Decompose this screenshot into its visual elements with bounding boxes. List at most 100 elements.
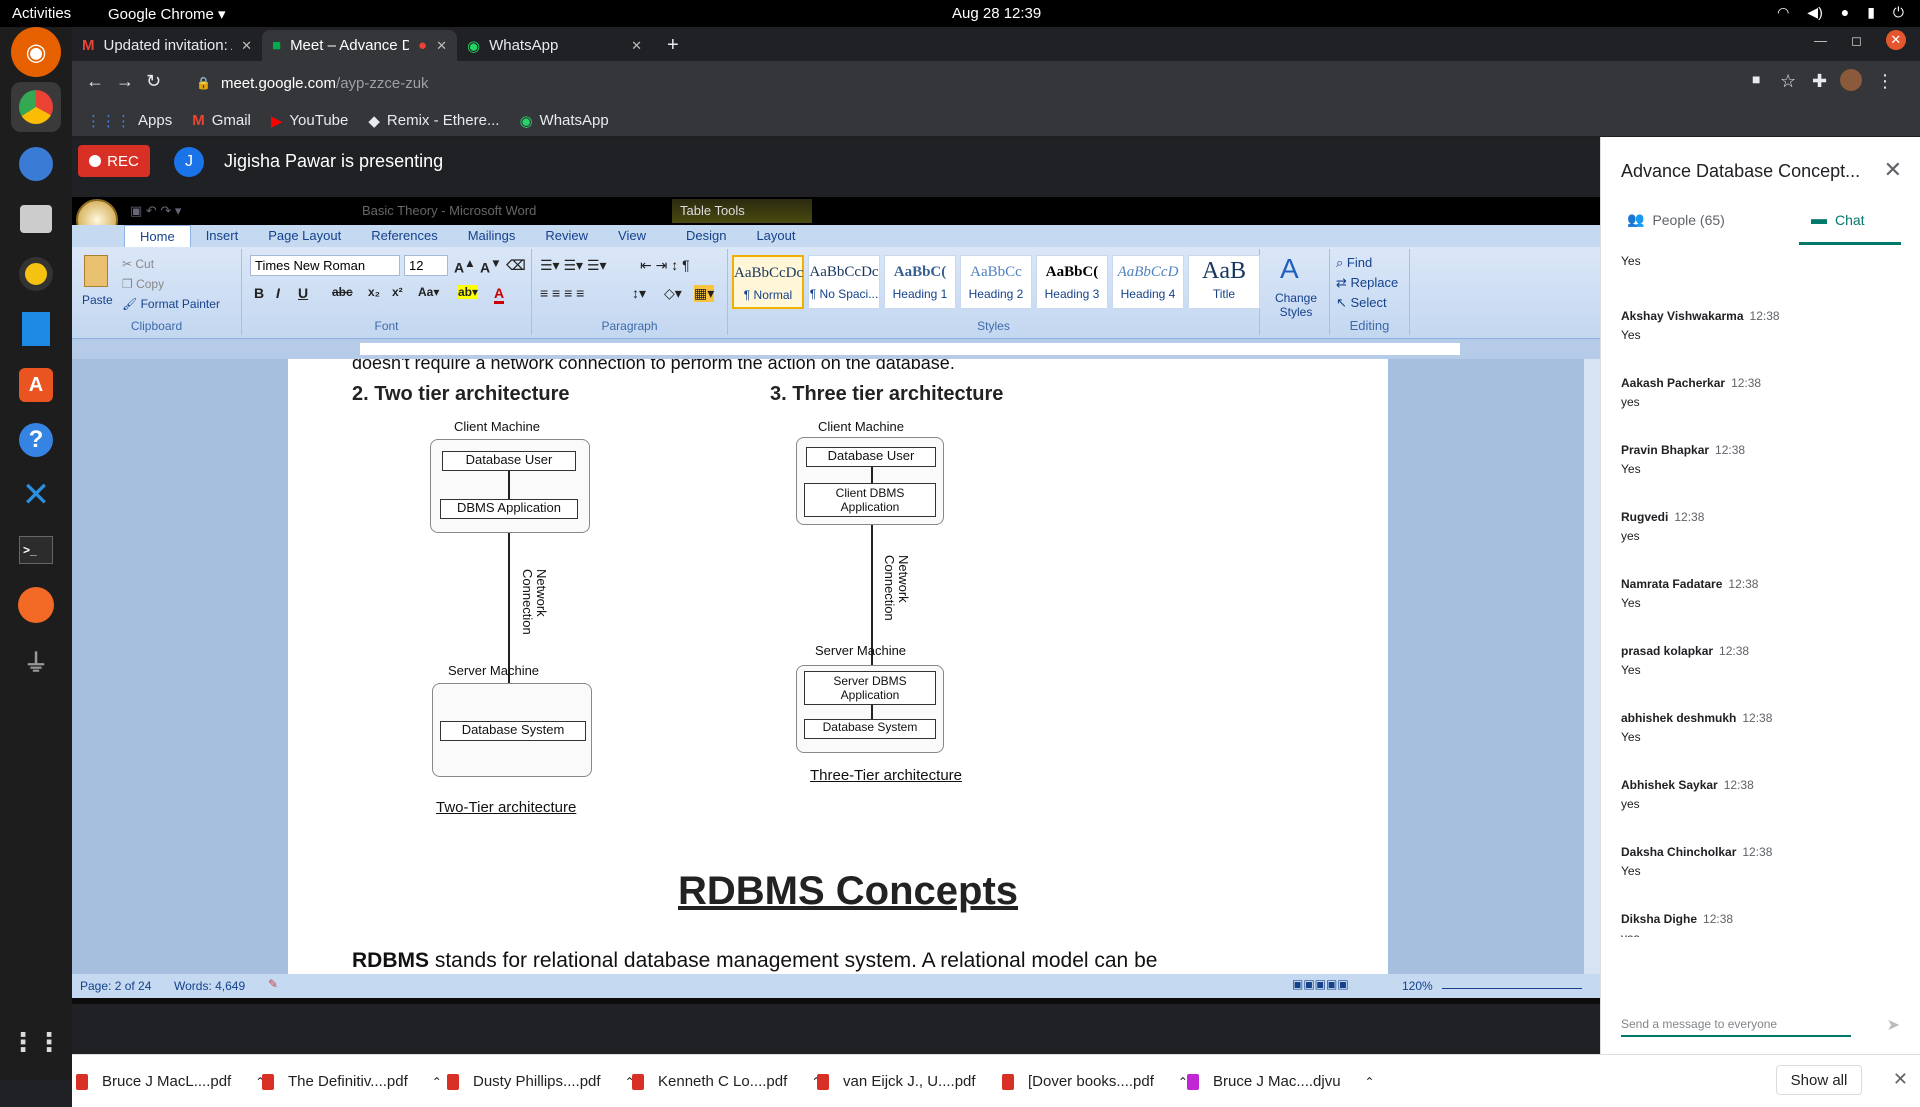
download-item[interactable]: Bruce J Mac....djvu ⌃ xyxy=(1187,1073,1375,1090)
view-buttons[interactable]: ▣▣▣▣▣ xyxy=(1292,977,1349,991)
download-item[interactable]: Dusty Phillips....pdf ⌃ xyxy=(447,1073,635,1090)
bookmark-remix[interactable]: ◆ Remix - Ethere... xyxy=(368,112,499,130)
send-icon[interactable]: ➤ xyxy=(1887,1015,1900,1035)
recording-badge[interactable]: REC xyxy=(78,145,150,177)
back-icon[interactable]: ← xyxy=(86,71,104,92)
ribbon-tab-review[interactable]: Review xyxy=(530,225,603,247)
thunderbird-icon[interactable] xyxy=(11,139,61,189)
chrome-icon[interactable] xyxy=(11,82,61,132)
ribbon-tab-insert[interactable]: Insert xyxy=(191,225,254,247)
document-page[interactable]: doesn't require a network connection to … xyxy=(288,359,1388,974)
bookmark-gmail[interactable]: M Gmail xyxy=(192,112,251,129)
style-heading-2[interactable]: AaBbCc Heading 2 xyxy=(960,255,1032,309)
superscript-icon[interactable]: x² xyxy=(392,285,403,299)
font-name-select[interactable]: Times New Roman xyxy=(250,255,400,276)
grow-font-icon[interactable]: A▲ xyxy=(454,257,476,276)
font-color-icon[interactable]: A xyxy=(494,285,505,304)
files-icon[interactable] xyxy=(11,194,61,244)
ribbon-tab-mailings[interactable]: Mailings xyxy=(453,225,531,247)
change-styles-button[interactable]: A Change Styles xyxy=(1260,249,1330,335)
software-center-icon[interactable]: A xyxy=(11,360,61,410)
download-item[interactable]: Bruce J MacL....pdf ⌃ xyxy=(76,1073,265,1090)
chevron-up-icon[interactable]: ⌃ xyxy=(432,1075,442,1089)
chevron-up-icon[interactable]: ⌃ xyxy=(1365,1075,1375,1089)
bold-icon[interactable]: B xyxy=(254,285,264,301)
indent-icon[interactable]: ⇤ ⇥ ↕ ¶ xyxy=(640,257,690,274)
word-count[interactable]: Words: 4,649 xyxy=(174,979,245,993)
chat-input[interactable]: Send a message to everyone xyxy=(1621,1017,1851,1037)
chat-messages[interactable]: Yes Akshay Vishwakarma 12:38 Yes Aakash Pa… xyxy=(1601,247,1920,937)
profile-avatar[interactable] xyxy=(1840,69,1862,91)
close-tab-icon[interactable]: ✕ xyxy=(436,38,447,54)
download-item[interactable]: van Eijck J., U....pdf⌃ xyxy=(817,1073,1010,1090)
quick-save-icon[interactable]: ▣ ↶ ↷ ▾ xyxy=(130,203,181,219)
zoom-slider[interactable] xyxy=(1442,979,1582,989)
close-tab-icon[interactable]: ✕ xyxy=(631,38,642,54)
download-item[interactable]: The Definitiv....pdf ⌃ xyxy=(262,1073,442,1090)
bookmark-whatsapp[interactable]: ◉ WhatsApp xyxy=(519,112,608,130)
copy-button[interactable]: ❐ Copy xyxy=(122,277,164,291)
ribbon-tab-home[interactable]: Home xyxy=(124,225,191,247)
download-item[interactable]: Kenneth C Lo....pdf⌃ xyxy=(632,1073,821,1090)
tab-meet[interactable]: ■ Meet – Advance Datab ● ✕ xyxy=(262,30,457,61)
writer-icon[interactable] xyxy=(11,304,61,354)
mic-icon[interactable]: ● xyxy=(1841,4,1849,21)
style-title[interactable]: AaB Title xyxy=(1188,255,1260,309)
extensions-icon[interactable]: ✚ xyxy=(1812,71,1827,92)
wifi-icon[interactable]: ◠ xyxy=(1777,4,1789,21)
font-size-select[interactable]: 12 xyxy=(404,255,448,276)
paste-icon[interactable] xyxy=(84,255,108,287)
clear-format-icon[interactable]: ⌫ xyxy=(506,257,526,274)
shrink-font-icon[interactable]: A▼ xyxy=(480,257,502,276)
show-apps-icon[interactable]: ⋮⋮ xyxy=(10,1017,62,1067)
tab-gmail[interactable]: M Updated invitation: Advar ✕ xyxy=(72,30,262,61)
bookmark-star-icon[interactable]: ☆ xyxy=(1780,71,1796,92)
bookmark-apps[interactable]: ⋮⋮⋮ Apps xyxy=(86,112,172,130)
menu-icon[interactable]: ⋮ xyxy=(1876,71,1894,92)
line-spacing-icon[interactable]: ↕▾ xyxy=(632,285,646,302)
reload-icon[interactable]: ↻ xyxy=(146,71,161,92)
borders-icon[interactable]: ▦▾ xyxy=(694,285,715,302)
replace-button[interactable]: ⇄ Replace xyxy=(1336,275,1398,291)
show-all-button[interactable]: Show all xyxy=(1776,1065,1862,1095)
page-count[interactable]: Page: 2 of 24 xyxy=(80,979,151,993)
paste-button[interactable]: Paste xyxy=(82,293,113,307)
bullets-icon[interactable]: ☰▾ ☰▾ ☰▾ xyxy=(540,257,607,274)
style-no-spacing[interactable]: AaBbCcDc ¶ No Spaci... xyxy=(808,255,880,309)
maximize-icon[interactable]: ◻ xyxy=(1851,33,1862,50)
style-normal[interactable]: AaBbCcDc ¶ Normal xyxy=(732,255,804,309)
tab-whatsapp[interactable]: ◉ WhatsApp ✕ xyxy=(457,30,652,61)
strikethrough-icon[interactable]: abc xyxy=(332,285,353,299)
download-item[interactable]: [Dover books....pdf ⌃ xyxy=(1002,1073,1188,1090)
shading-icon[interactable]: ◇▾ xyxy=(664,285,682,302)
tab-people[interactable]: 👥 People (65) xyxy=(1627,211,1725,228)
highlight-icon[interactable]: ab▾ xyxy=(458,285,479,299)
format-painter-button[interactable]: 🖌 Format Painter xyxy=(122,297,220,311)
new-tab-button[interactable]: + xyxy=(657,30,687,61)
camera-icon[interactable]: ■ xyxy=(1752,71,1760,87)
find-button[interactable]: ⌕ Find xyxy=(1336,255,1372,271)
cut-button[interactable]: ✂ Cut xyxy=(122,257,154,271)
minimize-icon[interactable]: — xyxy=(1814,33,1827,50)
ribbon-tab-references[interactable]: References xyxy=(356,225,452,247)
battery-icon[interactable]: ▮ xyxy=(1867,4,1875,21)
app-menu[interactable]: Google Chrome ▾ xyxy=(108,5,226,23)
ribbon-tab-layout[interactable]: Layout xyxy=(741,225,810,247)
volume-icon[interactable]: ◀) xyxy=(1807,4,1822,21)
close-tab-icon[interactable]: ✕ xyxy=(241,38,252,54)
address-bar[interactable]: 🔒 meet.google.com/ayp-zzce-zuk xyxy=(182,67,1742,99)
align-icons[interactable]: ≡ ≡ ≡ ≡ xyxy=(540,285,584,301)
vertical-scrollbar[interactable] xyxy=(1584,359,1600,974)
help-icon[interactable]: ? xyxy=(11,415,61,465)
vscode-icon[interactable]: ✕ xyxy=(11,470,61,520)
ribbon-tab-page-layout[interactable]: Page Layout xyxy=(253,225,356,247)
tab-chat[interactable]: ▬ Chat xyxy=(1811,211,1865,229)
firefox-icon[interactable]: ◉ xyxy=(11,27,61,77)
horizontal-ruler[interactable] xyxy=(72,339,1600,359)
close-window-icon[interactable]: ✕ xyxy=(1885,30,1906,50)
forward-icon[interactable]: → xyxy=(116,71,134,92)
italic-icon[interactable]: I xyxy=(276,285,280,301)
select-button[interactable]: ↖ Select xyxy=(1336,295,1387,311)
zoom-level[interactable]: 120% xyxy=(1402,979,1433,993)
subscript-icon[interactable]: x₂ xyxy=(368,285,380,299)
